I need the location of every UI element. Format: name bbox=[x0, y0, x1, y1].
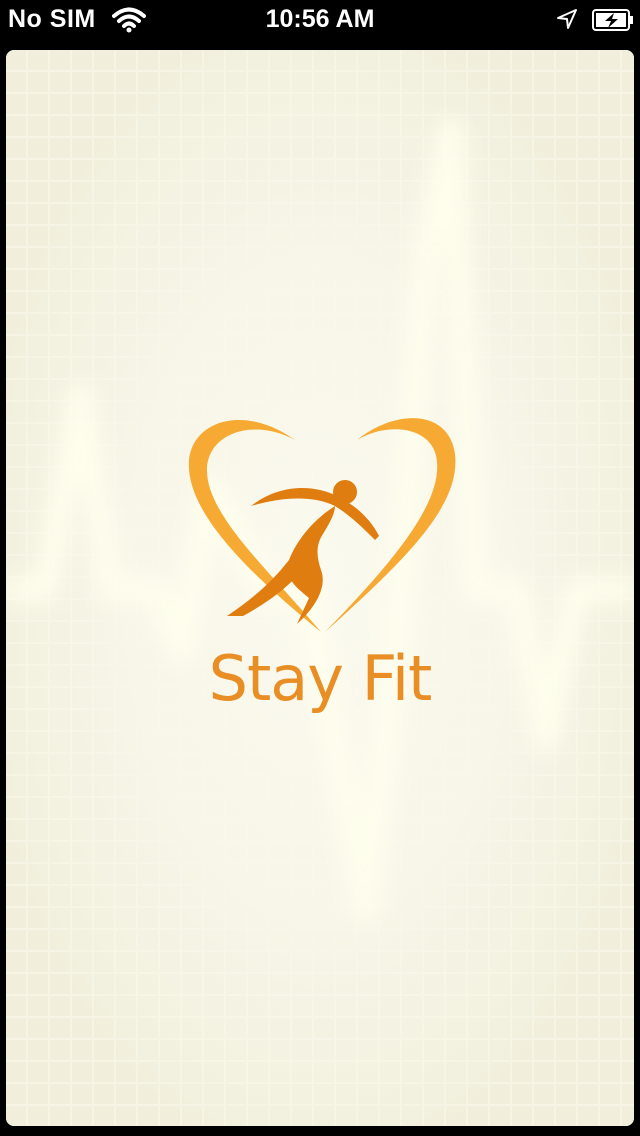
clock-time: 10:56 AM bbox=[265, 5, 375, 33]
bottom-border bbox=[0, 1126, 640, 1136]
status-bar: No SIM 10:56 AM bbox=[0, 0, 640, 40]
splash-screen: Stay Fit bbox=[6, 50, 634, 1126]
battery-charging-icon bbox=[592, 9, 633, 31]
heart-runner-logo bbox=[188, 418, 456, 632]
location-icon bbox=[557, 9, 577, 29]
app-title: Stay Fit bbox=[208, 642, 433, 715]
